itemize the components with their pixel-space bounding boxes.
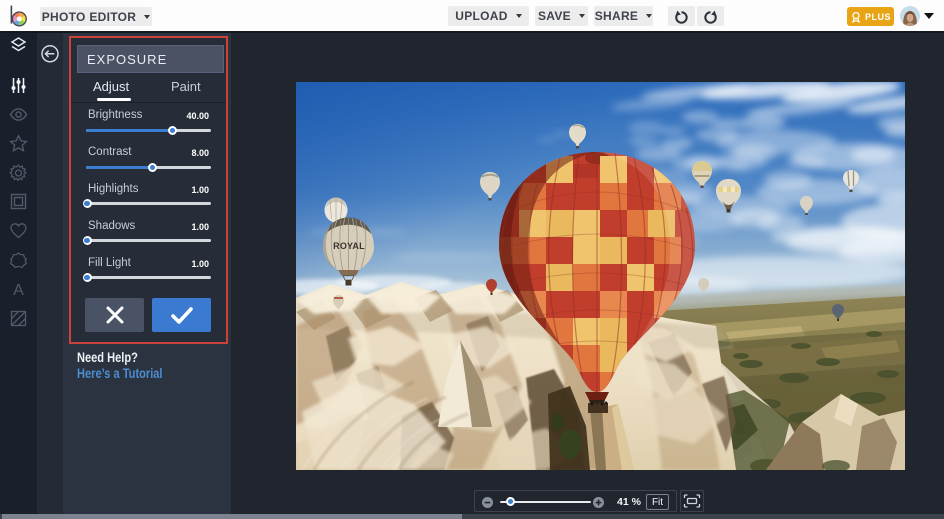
svg-text:A: A: [13, 282, 24, 299]
svg-text:ROYAL: ROYAL: [333, 241, 365, 251]
